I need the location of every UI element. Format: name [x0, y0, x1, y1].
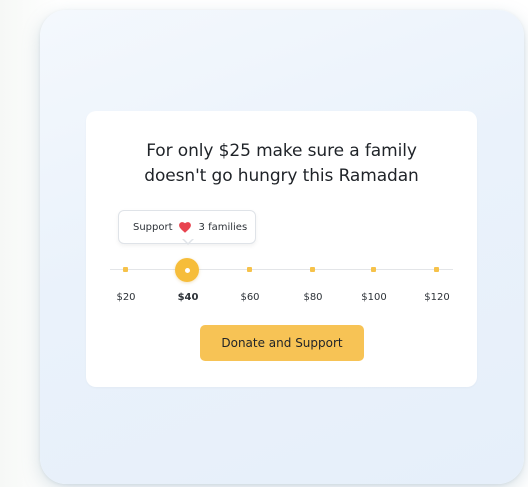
amount-option-20[interactable]: $20	[116, 292, 135, 303]
slider-tick-120[interactable]	[434, 267, 439, 272]
tooltip-suffix: 3 families	[198, 221, 248, 233]
donation-panel: For only $25 make sure a family doesn't …	[86, 111, 477, 387]
amount-slider-track[interactable]	[110, 269, 453, 270]
headline-line-2: doesn't go hungry this Ramadan	[144, 166, 419, 186]
amount-option-60[interactable]: $60	[240, 292, 259, 303]
slider-thumb[interactable]	[175, 258, 199, 282]
amount-option-40[interactable]: $40	[178, 292, 199, 303]
amount-option-80[interactable]: $80	[303, 292, 322, 303]
slider-thumb-dot	[184, 267, 190, 273]
headline-line-1: For only $25 make sure a family	[146, 141, 417, 161]
slider-tick-60[interactable]	[247, 267, 252, 272]
amount-option-120[interactable]: $120	[424, 292, 449, 303]
headline: For only $25 make sure a family doesn't …	[86, 139, 477, 189]
heart-icon	[179, 221, 192, 233]
tooltip-arrow-fill	[183, 238, 193, 243]
slider-tick-80[interactable]	[310, 267, 315, 272]
slider-tick-100[interactable]	[371, 267, 376, 272]
amount-option-100[interactable]: $100	[361, 292, 386, 303]
slider-tick-20[interactable]	[123, 267, 128, 272]
donate-button[interactable]: Donate and Support	[200, 325, 364, 361]
tooltip-prefix: Support	[133, 221, 173, 233]
